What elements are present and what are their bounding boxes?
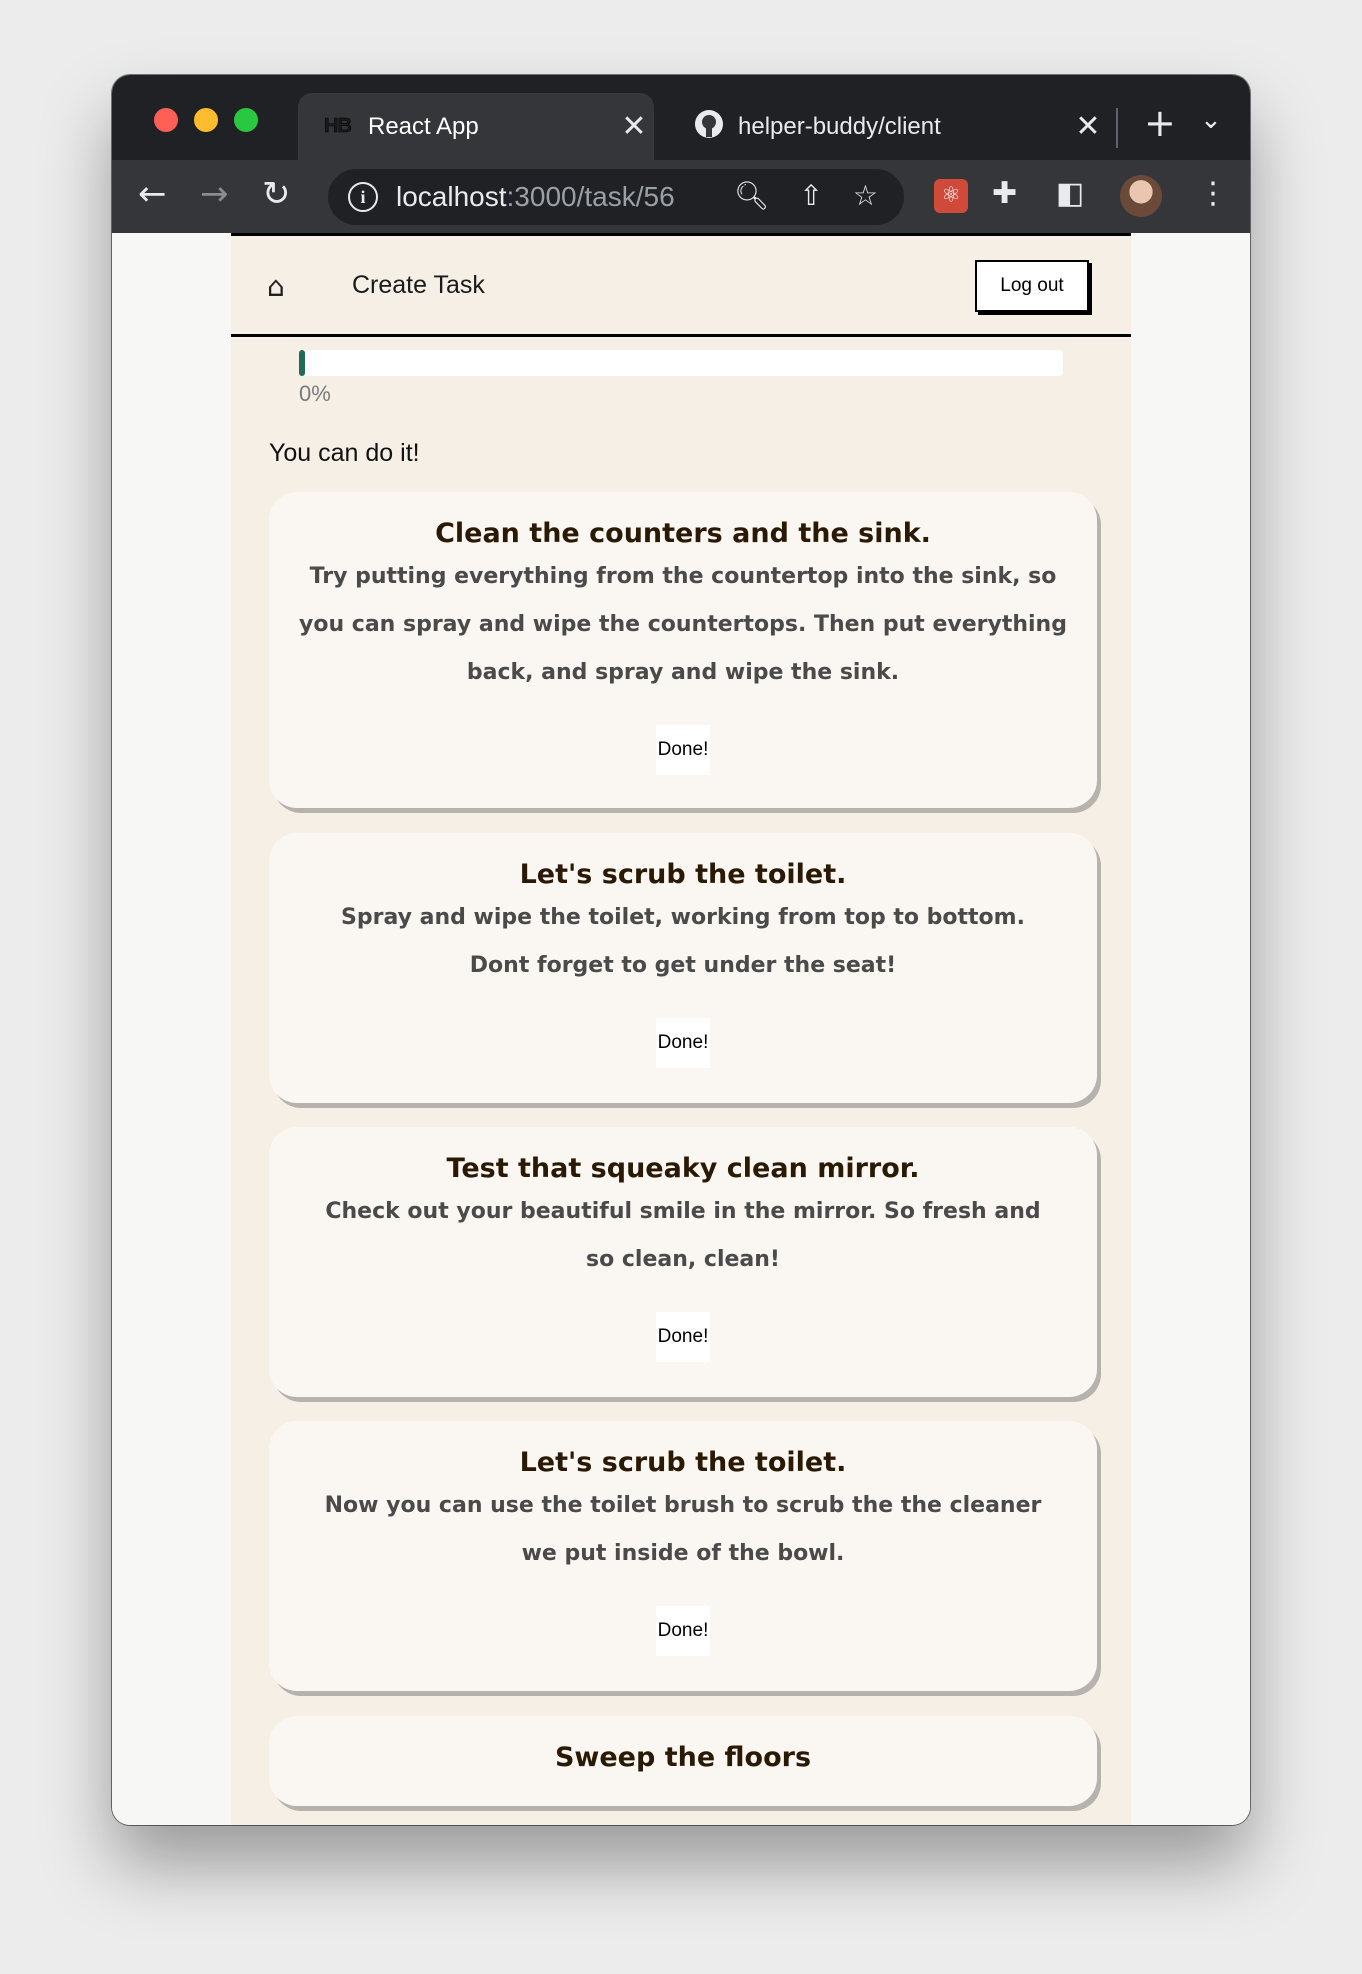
done-button[interactable]: Done! [655, 1312, 711, 1362]
step-card: Test that squeaky clean mirror. Check ou… [269, 1127, 1097, 1397]
step-title: Test that squeaky clean mirror. [446, 1153, 920, 1184]
step-card: Let's scrub the toilet. Spray and wipe t… [269, 833, 1097, 1103]
progress-bar-fill [299, 350, 305, 376]
task-page: ⌂ Create Task Log out 0% You can do it! … [231, 233, 1131, 1825]
page-viewport: ⌂ Create Task Log out 0% You can do it! … [112, 233, 1250, 1825]
tab-title: React App [368, 112, 479, 140]
share-icon[interactable]: ⇧ [799, 179, 822, 212]
progress-label: 0% [299, 381, 331, 406]
create-task-link[interactable]: Create Task [352, 271, 485, 300]
url-host: localhost [396, 181, 507, 212]
step-card: Clean the counters and the sink. Try put… [269, 492, 1097, 808]
profile-avatar[interactable] [1120, 175, 1162, 217]
encouragement-text: You can do it! [269, 439, 420, 467]
extensions-puzzle-icon[interactable]: ✚ [992, 174, 1017, 214]
step-card: Sweep the floors [269, 1716, 1097, 1806]
bookmark-star-icon[interactable]: ☆ [853, 179, 878, 212]
zoom-icon[interactable]: 🔍︎ [734, 179, 770, 212]
close-tab-icon[interactable]: ✕ [1068, 109, 1108, 144]
hb-favicon-icon: HB [324, 115, 352, 138]
step-description: Try putting everything from the countert… [299, 564, 1067, 685]
done-button[interactable]: Done! [655, 1606, 711, 1656]
step-description: Now you can use the toilet brush to scru… [324, 1493, 1042, 1566]
step-card: Let's scrub the toilet. Now you can use … [269, 1421, 1097, 1691]
github-icon [694, 109, 732, 145]
url-text[interactable]: localhost:3000/task/56 [396, 181, 675, 213]
back-icon[interactable]: ← [138, 174, 167, 214]
address-bar-actions: 🔍︎ ⇧ ☆ [734, 179, 878, 212]
step-title: Let's scrub the toilet. [519, 1447, 847, 1478]
logout-button[interactable]: Log out [975, 260, 1089, 312]
site-info-icon[interactable]: i [348, 182, 378, 212]
url-path: :3000/task/56 [506, 181, 675, 212]
address-bar[interactable]: i localhost:3000/task/56 🔍︎ ⇧ ☆ [328, 169, 904, 225]
done-button[interactable]: Done! [655, 725, 711, 775]
new-tab-icon[interactable]: + [1144, 101, 1176, 145]
close-window-button[interactable] [154, 108, 178, 132]
tab-github[interactable]: helper-buddy/client ✕ [668, 93, 1108, 160]
side-panel-icon[interactable]: ◧ [1056, 174, 1084, 214]
browser-toolbar: ← → ↻ i localhost:3000/task/56 🔍︎ ⇧ ☆ ⚛ … [112, 160, 1250, 234]
step-title: Clean the counters and the sink. [435, 518, 931, 549]
done-button[interactable]: Done! [655, 1018, 711, 1068]
step-title: Let's scrub the toilet. [519, 859, 847, 890]
forward-icon[interactable]: → [200, 174, 229, 214]
step-description: Check out your beautiful smile in the mi… [325, 1199, 1041, 1272]
tab-title: helper-buddy/client [738, 112, 941, 140]
step-description: Spray and wipe the toilet, working from … [341, 905, 1025, 978]
react-devtools-extension-icon[interactable]: ⚛ [934, 179, 968, 213]
browser-window: HB React App ✕ helper-buddy/client ✕ + ⌄… [112, 75, 1250, 1825]
close-tab-icon[interactable]: ✕ [614, 109, 654, 144]
tab-separator [1116, 108, 1118, 148]
progress-bar [299, 350, 1063, 376]
tab-bar: HB React App ✕ helper-buddy/client ✕ + ⌄ [112, 75, 1250, 160]
reload-icon[interactable]: ↻ [262, 174, 291, 214]
step-title: Sweep the floors [554, 1742, 812, 1773]
tab-search-chevron-icon[interactable]: ⌄ [1200, 105, 1222, 135]
top-navigation: ⌂ Create Task Log out [231, 233, 1131, 337]
maximize-window-button[interactable] [234, 108, 258, 132]
minimize-window-button[interactable] [194, 108, 218, 132]
home-icon[interactable]: ⌂ [267, 270, 285, 303]
tab-react-app[interactable]: HB React App ✕ [298, 93, 654, 160]
browser-menu-icon[interactable]: ⋮ [1198, 174, 1228, 214]
